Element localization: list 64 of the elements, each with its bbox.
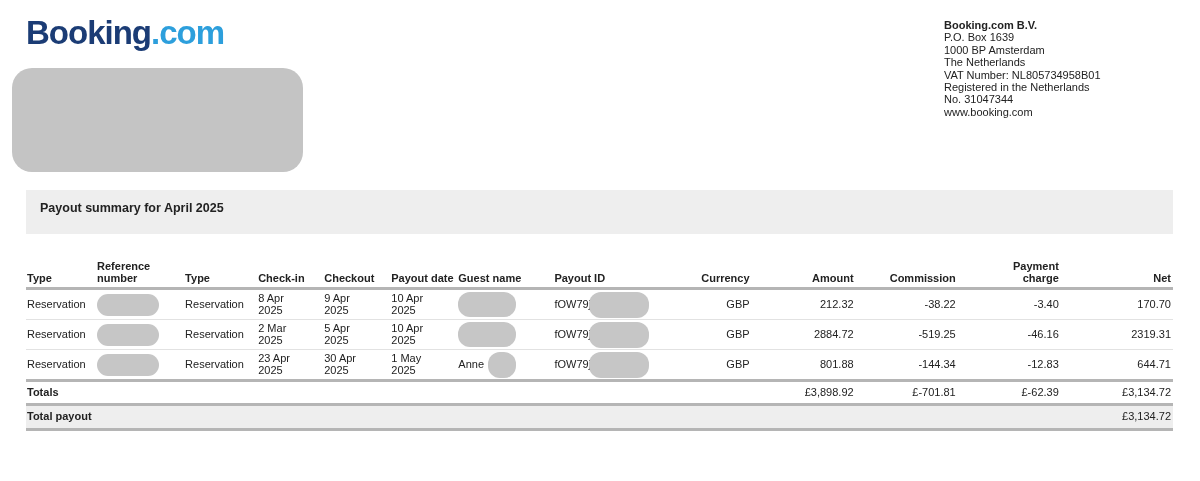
table-cell: GBP — [726, 357, 750, 370]
table-cell: Reservation — [185, 297, 244, 310]
column-header: Commission — [889, 272, 956, 284]
column-header: Payout date — [391, 272, 454, 284]
column-header: Reference number — [97, 260, 151, 284]
table-cell: 2884.72 — [813, 327, 854, 340]
table-cell-text: 10 Apr 2025 — [391, 323, 425, 346]
table-cell-text: 30 Apr 2025 — [324, 353, 358, 376]
column-header: Payout ID — [554, 272, 606, 284]
table-cell: -46.16 — [1027, 327, 1059, 340]
total-value: £3,134.72 — [1122, 385, 1171, 398]
table-cell: Reservation — [27, 327, 86, 340]
address-line: Registered in the Netherlands — [944, 81, 1091, 94]
table-cell: -3.40 — [1033, 297, 1059, 310]
address-line: www.booking.com — [944, 105, 1034, 119]
table-cell: Reservation — [27, 297, 86, 310]
column-header: Type — [27, 272, 52, 284]
table-cell: 212.32 — [820, 297, 854, 310]
table-cell: Anne — [458, 357, 484, 370]
table-cell: fOW79j — [554, 357, 592, 370]
address-line: The Netherlands — [944, 56, 1027, 69]
column-header: Currency — [701, 272, 750, 284]
summary-title: Payout summary for April 2025 — [40, 201, 224, 215]
column-header: Check-in — [258, 272, 305, 284]
table-cell-text: 8 Apr 2025 — [258, 293, 285, 316]
address-line: VAT Number: NL805734958B01 — [944, 68, 1102, 82]
column-header: Guest name — [458, 272, 522, 284]
total-value: £-701.81 — [912, 385, 956, 398]
address-line: P.O. Box 1639 — [944, 31, 1016, 44]
booking-logo: Booking.com — [26, 14, 224, 52]
table-cell: -519.25 — [918, 327, 956, 340]
address-line: 1000 BP Amsterdam — [944, 43, 1046, 57]
totals-label: Totals — [27, 385, 59, 398]
table-cell: 801.88 — [820, 357, 854, 370]
table-cell: 2319.31 — [1131, 327, 1171, 340]
table-cell: fOW79j — [554, 327, 592, 340]
table-cell: fOW79j — [554, 297, 592, 310]
total-payout-value: £3,134.72 — [1122, 410, 1171, 423]
column-header: Payment charge — [1012, 260, 1059, 284]
table-cell: GBP — [726, 297, 750, 310]
table-cell: GBP — [726, 327, 750, 340]
table-cell: 170.70 — [1137, 297, 1171, 310]
total-value: £-62.39 — [1021, 385, 1059, 398]
table-cell-text: 9 Apr 2025 — [324, 293, 351, 316]
company-name: Booking.com B.V. — [944, 19, 1039, 32]
total-payout-label: Total payout — [27, 410, 92, 423]
table-cell-text: 5 Apr 2025 — [324, 323, 351, 346]
column-header: Type — [185, 272, 210, 284]
table-cell-text: 1 May 2025 — [391, 353, 423, 376]
table-cell: -144.34 — [918, 357, 956, 370]
table-cell-text: 23 Apr 2025 — [258, 353, 291, 376]
table-cell-text: 10 Apr 2025 — [391, 293, 425, 316]
table-cell: -38.22 — [924, 297, 956, 310]
table-cell: -12.83 — [1027, 357, 1059, 370]
address-line: No. 31047344 — [944, 93, 1015, 106]
column-header: Net — [1153, 272, 1171, 284]
table-cell: 644.71 — [1137, 357, 1171, 370]
table-cell: Reservation — [27, 357, 86, 370]
table-cell-text: 2 Mar 2025 — [258, 323, 288, 346]
total-value: £3,898.92 — [804, 385, 854, 398]
table-cell: Reservation — [185, 357, 244, 370]
column-header: Checkout — [324, 272, 375, 284]
column-header: Amount — [812, 272, 854, 284]
table-cell: Reservation — [185, 327, 244, 340]
